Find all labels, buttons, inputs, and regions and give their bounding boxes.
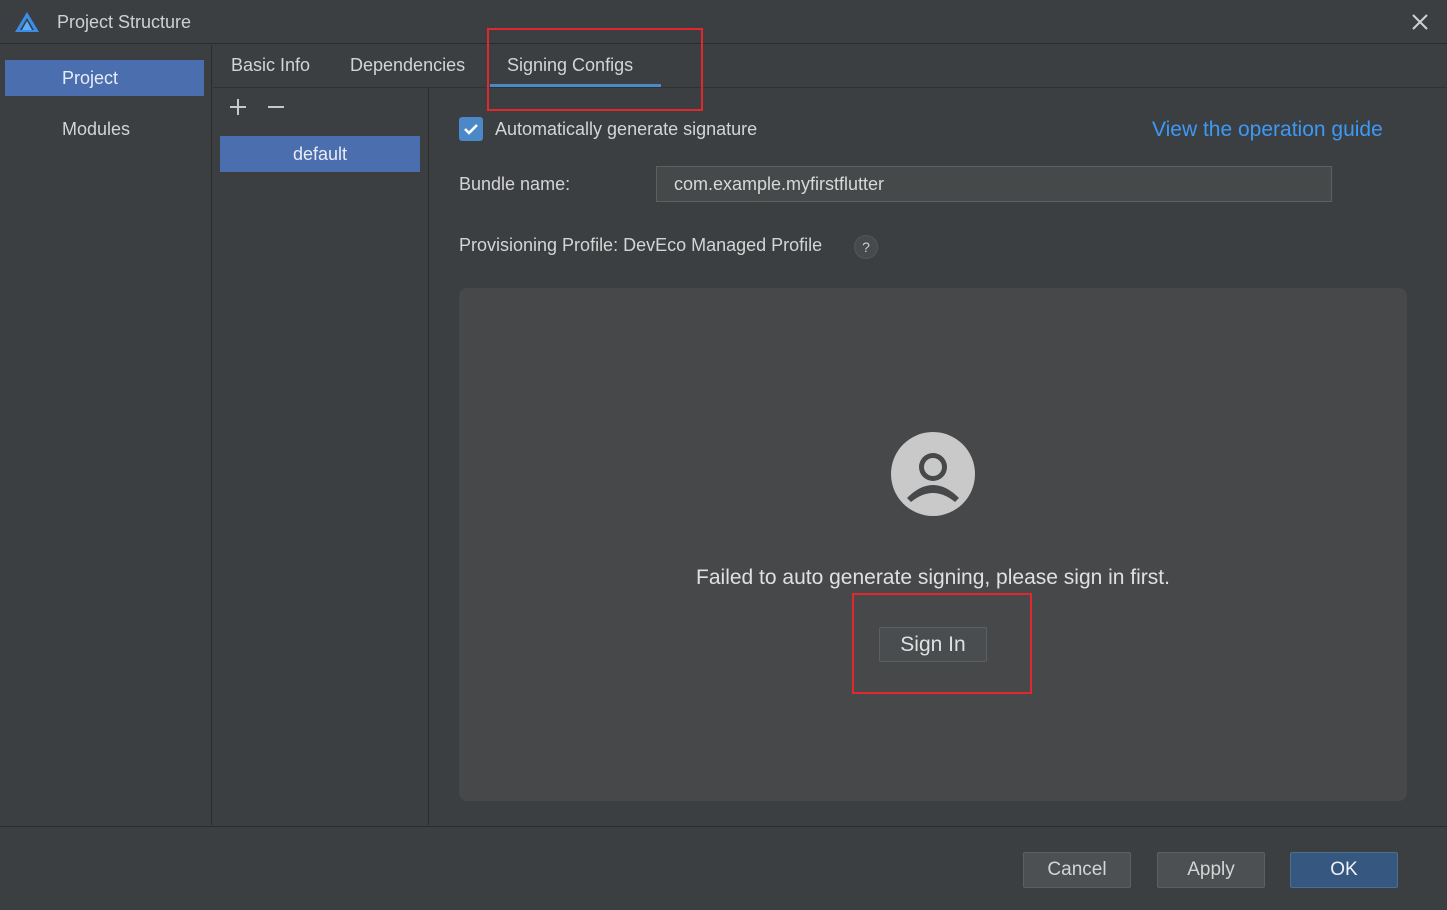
help-icon[interactable]: ? <box>854 235 878 259</box>
auto-generate-label: Automatically generate signature <box>495 119 758 139</box>
tab-bar: Basic Info Dependencies Signing Configs <box>213 45 1447 88</box>
sidebar-item-label: Project <box>62 68 119 88</box>
bundle-name-input[interactable] <box>656 166 1332 202</box>
sidebar: Project Modules <box>0 45 212 825</box>
add-icon[interactable] <box>227 96 249 118</box>
title-bar: Project Structure <box>0 0 1447 44</box>
tab-signing-configs[interactable]: Signing Configs <box>507 55 633 76</box>
tab-basic-info[interactable]: Basic Info <box>231 55 310 76</box>
signing-config-list: default <box>213 88 429 825</box>
sign-in-message: Failed to auto generate signing, please … <box>696 566 1170 589</box>
tab-dependencies[interactable]: Dependencies <box>350 55 465 76</box>
provisioning-profile-label: Provisioning Profile: DevEco Managed Pro… <box>459 235 823 255</box>
config-item-default[interactable]: default <box>220 136 420 172</box>
checkmark-icon <box>464 124 478 135</box>
deveco-logo-icon <box>15 12 39 32</box>
sidebar-item-modules[interactable]: Modules <box>5 111 204 147</box>
avatar-icon <box>891 432 975 516</box>
auto-generate-checkbox[interactable] <box>459 117 483 141</box>
cancel-button[interactable]: Cancel <box>1023 852 1131 888</box>
ok-button[interactable]: OK <box>1290 852 1398 888</box>
signing-configs-panel: Automatically generate signature View th… <box>430 88 1447 825</box>
active-tab-indicator <box>490 84 661 87</box>
operation-guide-link[interactable]: View the operation guide <box>1152 118 1383 142</box>
sidebar-item-project[interactable]: Project <box>5 60 204 96</box>
close-icon[interactable] <box>1408 10 1432 34</box>
sign-in-button[interactable]: Sign In <box>879 627 987 662</box>
dialog-footer: Cancel Apply OK <box>0 826 1447 910</box>
sidebar-item-label: Modules <box>62 119 131 139</box>
remove-icon[interactable] <box>265 96 287 118</box>
bundle-name-label: Bundle name: <box>459 174 571 194</box>
sign-in-panel: Failed to auto generate signing, please … <box>459 288 1407 801</box>
apply-button[interactable]: Apply <box>1157 852 1265 888</box>
window-title: Project Structure <box>57 12 192 32</box>
